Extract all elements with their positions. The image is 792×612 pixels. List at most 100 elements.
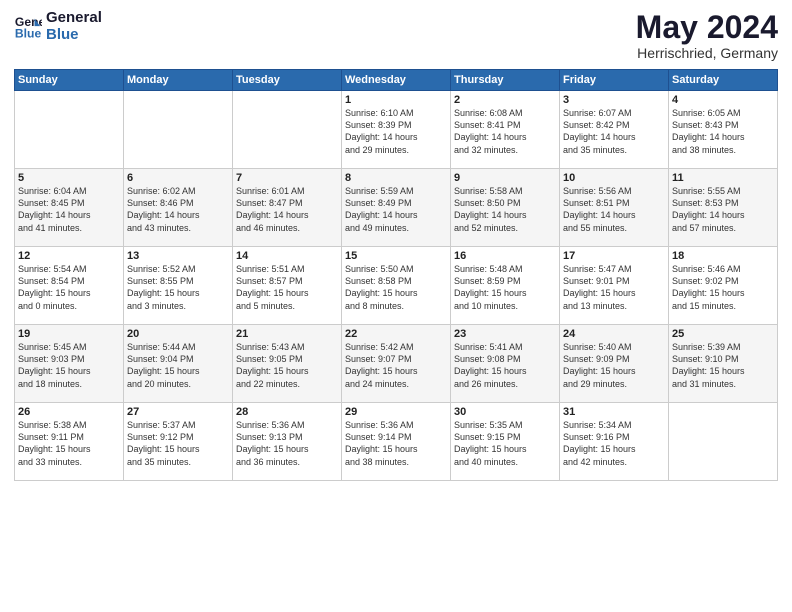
day-number: 23 [454,328,556,340]
weekday-header-sunday: Sunday [15,70,124,91]
weekday-header-monday: Monday [124,70,233,91]
day-info: Sunrise: 5:41 AM Sunset: 9:08 PM Dayligh… [454,341,556,390]
day-info: Sunrise: 5:48 AM Sunset: 8:59 PM Dayligh… [454,263,556,312]
weekday-header-friday: Friday [560,70,669,91]
day-number: 21 [236,328,338,340]
day-info: Sunrise: 5:34 AM Sunset: 9:16 PM Dayligh… [563,419,665,468]
calendar-cell [124,91,233,169]
day-info: Sunrise: 5:38 AM Sunset: 9:11 PM Dayligh… [18,419,120,468]
day-info: Sunrise: 5:55 AM Sunset: 8:53 PM Dayligh… [672,185,774,234]
day-number: 9 [454,172,556,184]
day-number: 3 [563,94,665,106]
day-number: 10 [563,172,665,184]
day-info: Sunrise: 5:58 AM Sunset: 8:50 PM Dayligh… [454,185,556,234]
calendar-cell: 2Sunrise: 6:08 AM Sunset: 8:41 PM Daylig… [451,91,560,169]
calendar-cell: 23Sunrise: 5:41 AM Sunset: 9:08 PM Dayli… [451,325,560,403]
calendar-cell: 27Sunrise: 5:37 AM Sunset: 9:12 PM Dayli… [124,403,233,481]
day-number: 31 [563,406,665,418]
calendar-cell: 25Sunrise: 5:39 AM Sunset: 9:10 PM Dayli… [669,325,778,403]
day-number: 11 [672,172,774,184]
calendar-cell: 21Sunrise: 5:43 AM Sunset: 9:05 PM Dayli… [233,325,342,403]
calendar-cell: 24Sunrise: 5:40 AM Sunset: 9:09 PM Dayli… [560,325,669,403]
calendar-cell: 19Sunrise: 5:45 AM Sunset: 9:03 PM Dayli… [15,325,124,403]
day-number: 15 [345,250,447,262]
day-number: 16 [454,250,556,262]
day-info: Sunrise: 5:51 AM Sunset: 8:57 PM Dayligh… [236,263,338,312]
day-number: 28 [236,406,338,418]
weekday-header-wednesday: Wednesday [342,70,451,91]
day-info: Sunrise: 6:04 AM Sunset: 8:45 PM Dayligh… [18,185,120,234]
title-block: May 2024 Herrischried, Germany [636,10,778,61]
day-number: 25 [672,328,774,340]
calendar-cell: 1Sunrise: 6:10 AM Sunset: 8:39 PM Daylig… [342,91,451,169]
logo: General Blue General Blue [14,10,102,43]
day-number: 27 [127,406,229,418]
day-info: Sunrise: 6:07 AM Sunset: 8:42 PM Dayligh… [563,107,665,156]
calendar-cell: 7Sunrise: 6:01 AM Sunset: 8:47 PM Daylig… [233,169,342,247]
day-info: Sunrise: 5:46 AM Sunset: 9:02 PM Dayligh… [672,263,774,312]
day-info: Sunrise: 5:45 AM Sunset: 9:03 PM Dayligh… [18,341,120,390]
day-number: 29 [345,406,447,418]
weekday-header-saturday: Saturday [669,70,778,91]
day-info: Sunrise: 5:42 AM Sunset: 9:07 PM Dayligh… [345,341,447,390]
calendar-page: General Blue General Blue May 2024 Herri… [0,0,792,489]
calendar-cell: 5Sunrise: 6:04 AM Sunset: 8:45 PM Daylig… [15,169,124,247]
day-number: 26 [18,406,120,418]
calendar-cell: 20Sunrise: 5:44 AM Sunset: 9:04 PM Dayli… [124,325,233,403]
day-number: 5 [18,172,120,184]
calendar-cell: 8Sunrise: 5:59 AM Sunset: 8:49 PM Daylig… [342,169,451,247]
calendar-cell: 11Sunrise: 5:55 AM Sunset: 8:53 PM Dayli… [669,169,778,247]
calendar-cell [15,91,124,169]
weekday-header-thursday: Thursday [451,70,560,91]
calendar-cell: 16Sunrise: 5:48 AM Sunset: 8:59 PM Dayli… [451,247,560,325]
calendar-cell: 31Sunrise: 5:34 AM Sunset: 9:16 PM Dayli… [560,403,669,481]
day-number: 1 [345,94,447,106]
weekday-header-tuesday: Tuesday [233,70,342,91]
calendar-table: SundayMondayTuesdayWednesdayThursdayFrid… [14,69,778,481]
calendar-cell: 4Sunrise: 6:05 AM Sunset: 8:43 PM Daylig… [669,91,778,169]
day-info: Sunrise: 6:10 AM Sunset: 8:39 PM Dayligh… [345,107,447,156]
calendar-cell: 12Sunrise: 5:54 AM Sunset: 8:54 PM Dayli… [15,247,124,325]
month-title: May 2024 [636,10,778,45]
calendar-cell: 6Sunrise: 6:02 AM Sunset: 8:46 PM Daylig… [124,169,233,247]
weekday-header-row: SundayMondayTuesdayWednesdayThursdayFrid… [15,70,778,91]
day-number: 24 [563,328,665,340]
day-number: 4 [672,94,774,106]
calendar-cell: 10Sunrise: 5:56 AM Sunset: 8:51 PM Dayli… [560,169,669,247]
day-number: 18 [672,250,774,262]
day-number: 17 [563,250,665,262]
day-number: 22 [345,328,447,340]
day-info: Sunrise: 6:01 AM Sunset: 8:47 PM Dayligh… [236,185,338,234]
day-info: Sunrise: 5:35 AM Sunset: 9:15 PM Dayligh… [454,419,556,468]
day-info: Sunrise: 5:50 AM Sunset: 8:58 PM Dayligh… [345,263,447,312]
day-number: 7 [236,172,338,184]
week-row-1: 5Sunrise: 6:04 AM Sunset: 8:45 PM Daylig… [15,169,778,247]
day-info: Sunrise: 5:40 AM Sunset: 9:09 PM Dayligh… [563,341,665,390]
day-number: 14 [236,250,338,262]
logo-general: General [46,10,102,27]
calendar-cell: 28Sunrise: 5:36 AM Sunset: 9:13 PM Dayli… [233,403,342,481]
day-info: Sunrise: 5:36 AM Sunset: 9:13 PM Dayligh… [236,419,338,468]
calendar-cell: 13Sunrise: 5:52 AM Sunset: 8:55 PM Dayli… [124,247,233,325]
calendar-cell: 9Sunrise: 5:58 AM Sunset: 8:50 PM Daylig… [451,169,560,247]
day-info: Sunrise: 5:54 AM Sunset: 8:54 PM Dayligh… [18,263,120,312]
day-info: Sunrise: 5:43 AM Sunset: 9:05 PM Dayligh… [236,341,338,390]
day-number: 8 [345,172,447,184]
calendar-cell [233,91,342,169]
calendar-cell [669,403,778,481]
day-number: 6 [127,172,229,184]
calendar-cell: 3Sunrise: 6:07 AM Sunset: 8:42 PM Daylig… [560,91,669,169]
svg-text:Blue: Blue [15,26,42,40]
logo-blue: Blue [46,27,102,44]
day-number: 2 [454,94,556,106]
week-row-0: 1Sunrise: 6:10 AM Sunset: 8:39 PM Daylig… [15,91,778,169]
day-info: Sunrise: 5:52 AM Sunset: 8:55 PM Dayligh… [127,263,229,312]
calendar-cell: 15Sunrise: 5:50 AM Sunset: 8:58 PM Dayli… [342,247,451,325]
calendar-cell: 22Sunrise: 5:42 AM Sunset: 9:07 PM Dayli… [342,325,451,403]
location-subtitle: Herrischried, Germany [636,45,778,61]
day-number: 20 [127,328,229,340]
day-number: 30 [454,406,556,418]
calendar-cell: 26Sunrise: 5:38 AM Sunset: 9:11 PM Dayli… [15,403,124,481]
logo-icon: General Blue [14,13,42,41]
day-info: Sunrise: 5:37 AM Sunset: 9:12 PM Dayligh… [127,419,229,468]
